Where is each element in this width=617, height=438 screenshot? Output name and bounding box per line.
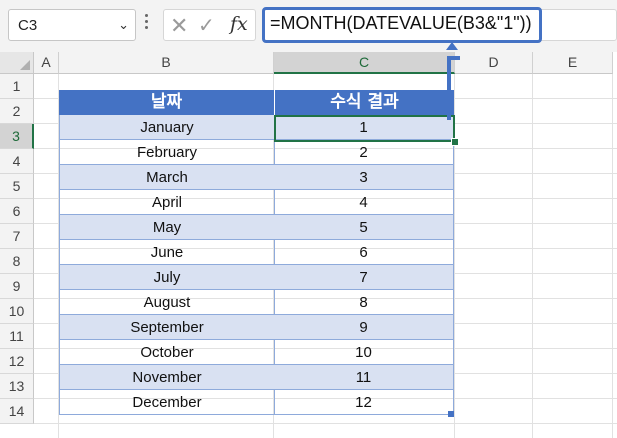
annotation-arrow (446, 42, 460, 120)
